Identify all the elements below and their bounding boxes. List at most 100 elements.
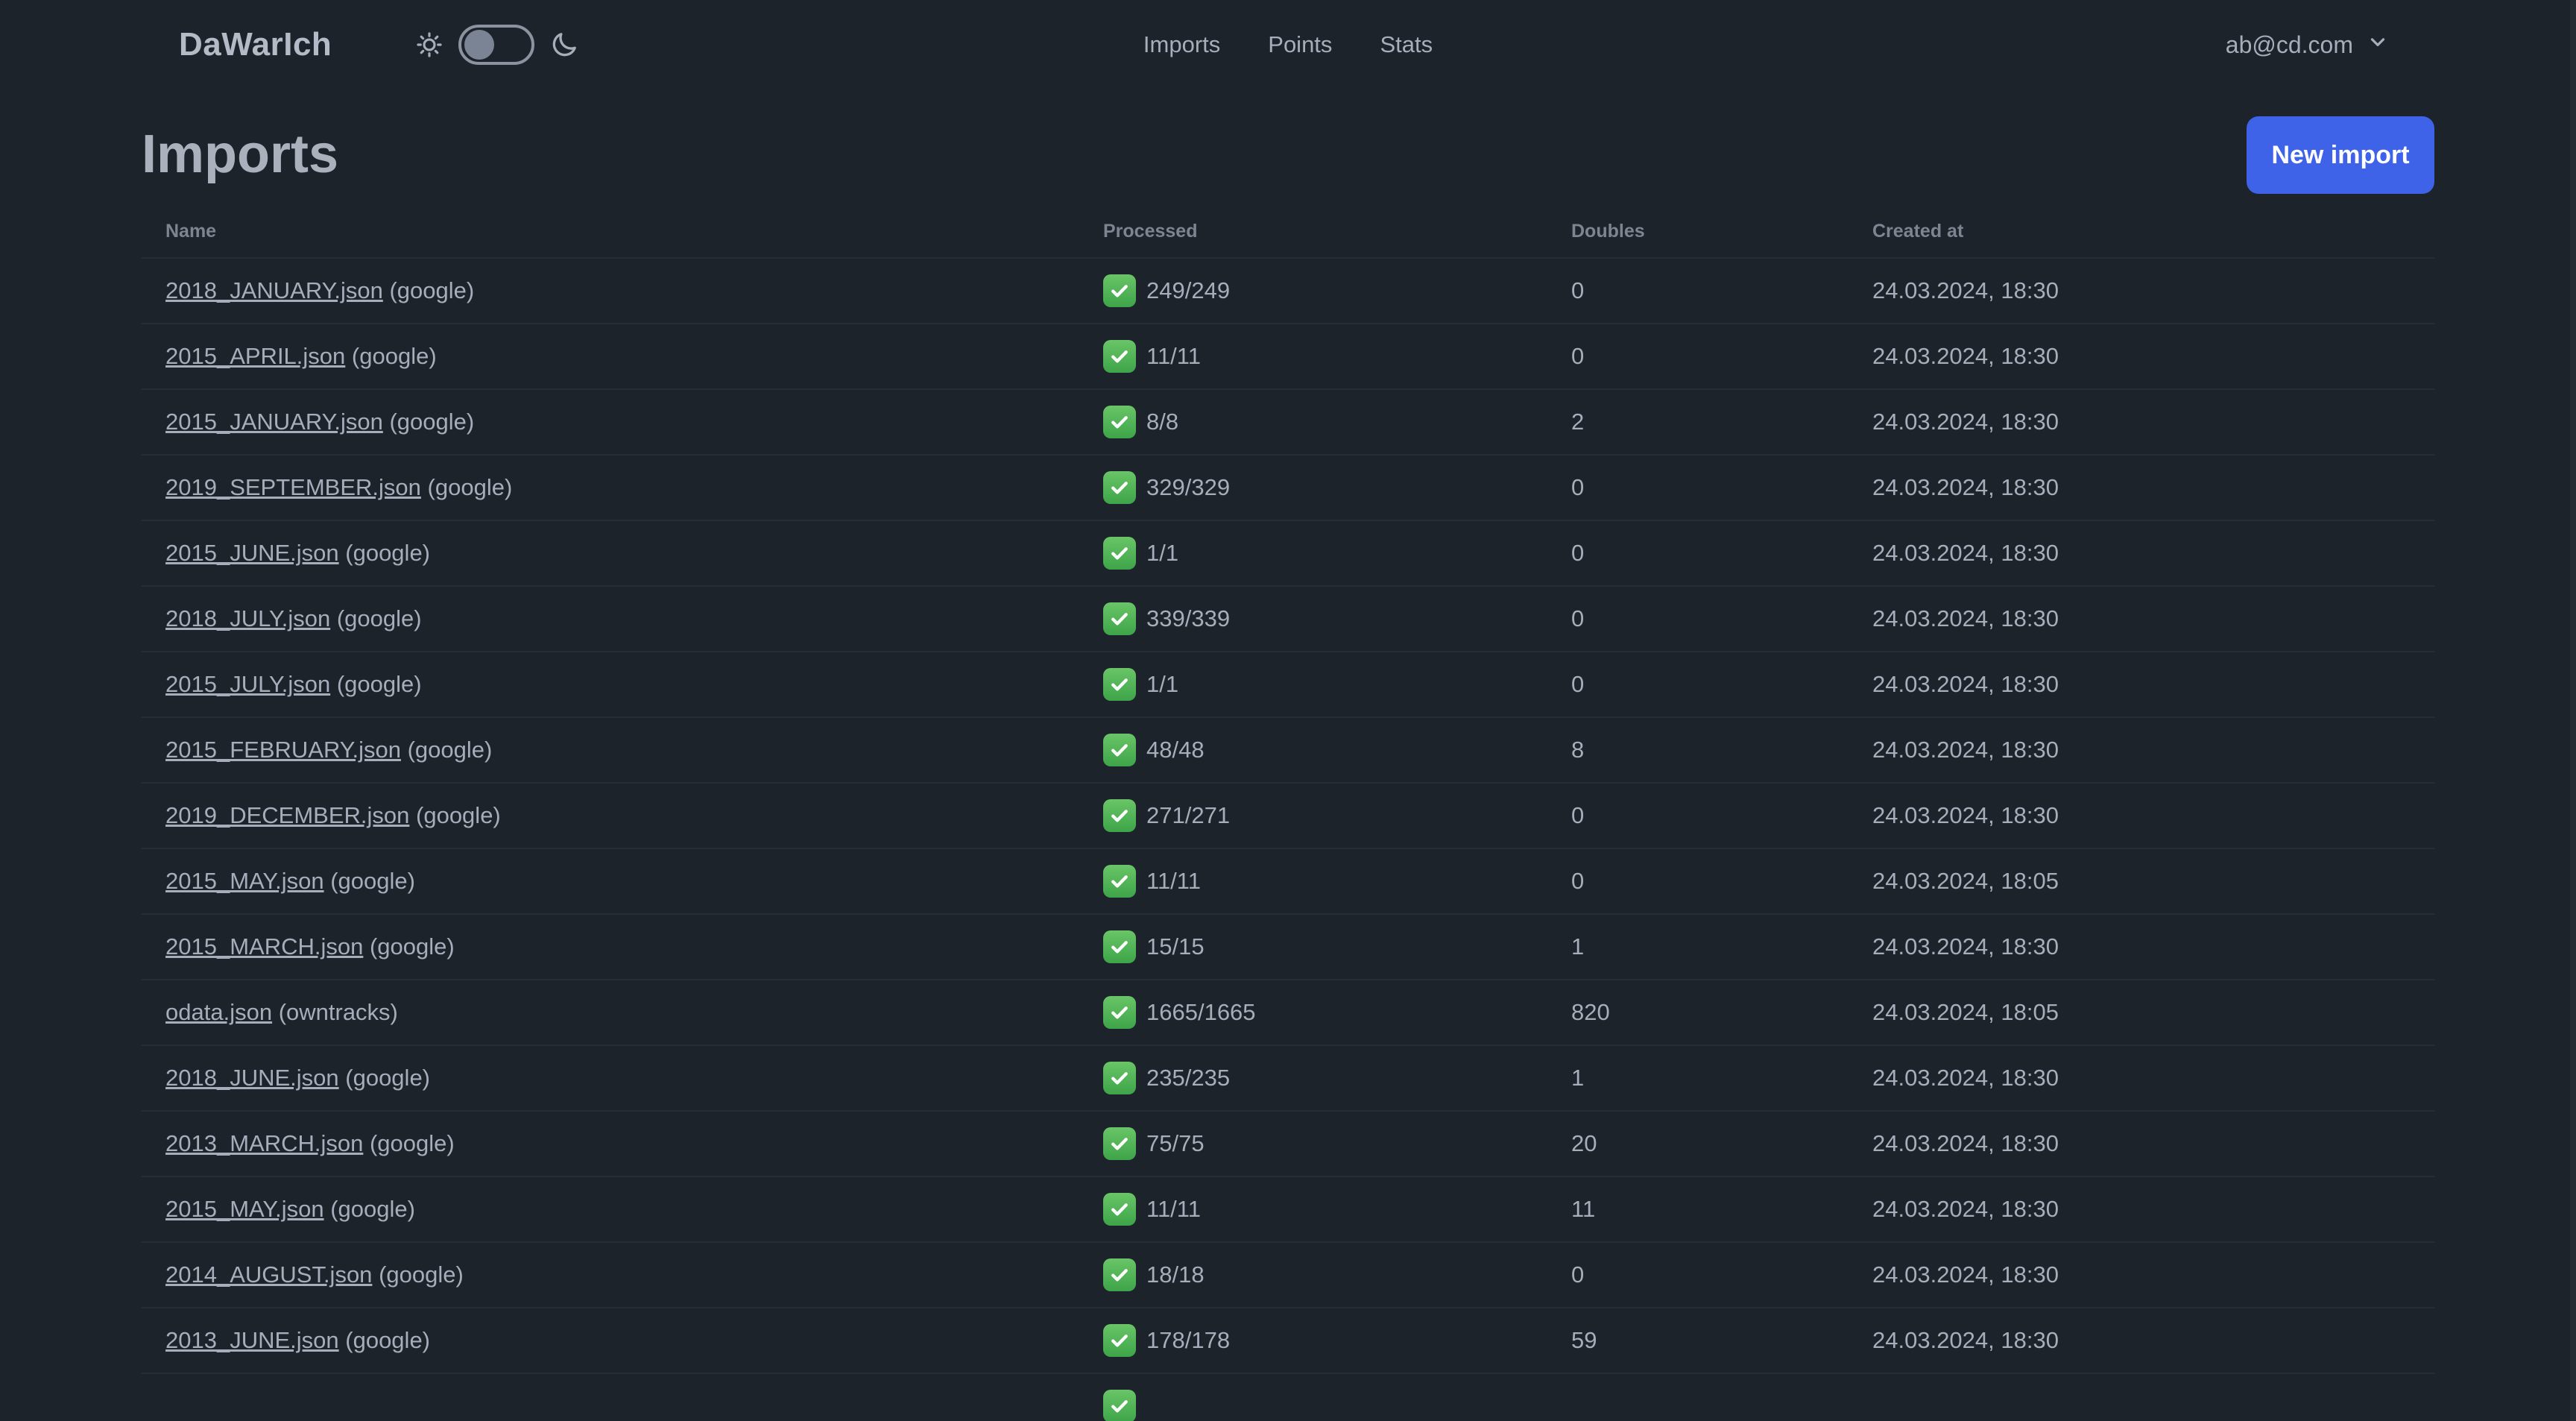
table-row: 2015_JANUARY.json (google) 8/8 2 24.03.2…	[142, 389, 2434, 455]
sun-icon	[415, 31, 443, 59]
import-source: (google)	[336, 671, 422, 697]
import-file-link[interactable]: 2015_MARCH.json	[165, 933, 363, 960]
created-at-cell: 24.03.2024, 18:30	[1872, 343, 2059, 369]
import-file-link[interactable]: 2015_FEBRUARY.json	[165, 737, 401, 763]
processed-cell: 48/48	[1079, 717, 1547, 783]
created-at-cell: 24.03.2024, 18:05	[1872, 868, 2059, 894]
import-source: (google)	[336, 605, 422, 631]
created-at-cell: 24.03.2024, 18:30	[1872, 1130, 2059, 1156]
doubles-cell: 0	[1571, 868, 1585, 894]
import-file-link[interactable]: 2018_JULY.json	[165, 605, 330, 631]
created-at-cell: 24.03.2024, 18:30	[1872, 1065, 2059, 1091]
app-logo[interactable]: DaWarIch	[179, 26, 332, 63]
processed-count: 1/1	[1146, 671, 1179, 697]
page-title: Imports	[142, 125, 339, 185]
user-menu[interactable]: ab@cd.com	[2226, 31, 2389, 59]
processed-count: 15/15	[1146, 933, 1205, 960]
nav-link-points[interactable]: Points	[1268, 31, 1332, 58]
name-cell: 2018_JANUARY.json (google)	[142, 258, 1079, 324]
processed-cell: 1/1	[1079, 652, 1547, 717]
table-row: 2018_JUNE.json (google) 235/235 1 24.03.…	[142, 1045, 2434, 1111]
check-icon	[1103, 602, 1136, 635]
created-at-cell: 24.03.2024, 18:30	[1872, 605, 2059, 631]
processed-cell: 11/11	[1079, 1176, 1547, 1242]
created-at-cell: 24.03.2024, 18:30	[1872, 277, 2059, 303]
processed-count: 235/235	[1146, 1065, 1231, 1091]
processed-count: 329/329	[1146, 474, 1231, 500]
doubles-cell: 0	[1571, 605, 1585, 631]
nav-link-imports[interactable]: Imports	[1143, 31, 1220, 58]
name-cell: 2019_DECEMBER.json (google)	[142, 783, 1079, 848]
import-file-link[interactable]: 2018_JANUARY.json	[165, 277, 383, 303]
import-file-link[interactable]: 2019_SEPTEMBER.json	[165, 474, 421, 500]
import-file-link[interactable]: 2019_DECEMBER.json	[165, 802, 409, 828]
import-source: (google)	[427, 474, 513, 500]
import-file-link[interactable]: 2015_JANUARY.json	[165, 409, 383, 435]
table-row: 2013_MARCH.json (google) 75/75 20 24.03.…	[142, 1111, 2434, 1176]
import-source: (google)	[389, 277, 475, 303]
scrollbar[interactable]	[2570, 0, 2576, 1421]
processed-cell: 75/75	[1079, 1111, 1547, 1176]
processed-cell: 178/178	[1079, 1308, 1547, 1373]
table-row: 2015_FEBRUARY.json (google) 48/48 8 24.0…	[142, 717, 2434, 783]
processed-count: 271/271	[1146, 802, 1231, 828]
import-file-link[interactable]: 2015_JULY.json	[165, 671, 330, 697]
doubles-cell: 2	[1571, 409, 1585, 435]
name-cell: 2015_JULY.json (google)	[142, 652, 1079, 717]
doubles-cell: 0	[1571, 540, 1585, 566]
processed-count: 178/178	[1146, 1327, 1231, 1353]
column-header-name: Name	[165, 221, 217, 242]
check-icon	[1103, 537, 1136, 570]
doubles-cell: 20	[1571, 1130, 1597, 1156]
import-source: (google)	[330, 868, 415, 894]
nav-link-stats[interactable]: Stats	[1380, 31, 1433, 58]
processed-count: 1/1	[1146, 540, 1179, 566]
name-cell: 2015_JANUARY.json (google)	[142, 389, 1079, 455]
name-cell: 2015_MAY.json (google)	[142, 848, 1079, 914]
column-header-doubles: Doubles	[1571, 221, 1645, 242]
check-icon	[1103, 1193, 1136, 1226]
new-import-button[interactable]: New import	[2247, 116, 2434, 194]
check-icon	[1103, 274, 1136, 307]
table-row: 2019_DECEMBER.json (google) 271/271 0 24…	[142, 783, 2434, 848]
processed-cell: 1/1	[1079, 520, 1547, 586]
import-source: (google)	[369, 1130, 455, 1156]
name-cell: 2013_MARCH.json (google)	[142, 1111, 1079, 1176]
import-file-link[interactable]: odata.json	[165, 999, 272, 1025]
check-icon	[1103, 1062, 1136, 1094]
import-file-link[interactable]: 2013_JUNE.json	[165, 1327, 339, 1353]
check-icon	[1103, 340, 1136, 373]
table-row: 2015_APRIL.json (google) 11/11 0 24.03.2…	[142, 324, 2434, 389]
processed-cell: 329/329	[1079, 455, 1547, 520]
check-icon	[1103, 1258, 1136, 1291]
import-file-link[interactable]: 2015_APRIL.json	[165, 343, 345, 369]
table-row: 2015_JULY.json (google) 1/1 0 24.03.2024…	[142, 652, 2434, 717]
processed-count: 249/249	[1146, 277, 1231, 303]
doubles-cell: 0	[1571, 474, 1585, 500]
import-file-link[interactable]: 2015_JUNE.json	[165, 540, 339, 566]
import-file-link[interactable]: 2015_MAY.json	[165, 1196, 324, 1222]
column-header-processed: Processed	[1103, 221, 1198, 242]
table-row: 2015_MAY.json (google) 11/11 0 24.03.202…	[142, 848, 2434, 914]
processed-cell: 249/249	[1079, 258, 1547, 324]
theme-toggle[interactable]	[458, 25, 535, 65]
import-file-link[interactable]: 2018_JUNE.json	[165, 1065, 339, 1091]
doubles-cell: 8	[1571, 737, 1585, 763]
check-icon	[1103, 734, 1136, 766]
check-icon	[1103, 799, 1136, 832]
import-file-link[interactable]: 2014_AUGUST.json	[165, 1261, 372, 1288]
created-at-cell: 24.03.2024, 18:30	[1872, 1327, 2059, 1353]
name-cell: 2013_JUNE.json (google)	[142, 1308, 1079, 1373]
processed-cell: 235/235	[1079, 1045, 1547, 1111]
created-at-cell: 24.03.2024, 18:30	[1872, 1196, 2059, 1222]
name-cell: 2018_JUNE.json (google)	[142, 1045, 1079, 1111]
processed-cell: 18/18	[1079, 1242, 1547, 1308]
import-file-link[interactable]: 2013_MARCH.json	[165, 1130, 363, 1156]
import-file-link[interactable]: 2015_MAY.json	[165, 868, 324, 894]
doubles-cell: 0	[1571, 802, 1585, 828]
processed-count: 11/11	[1146, 343, 1201, 369]
name-cell: 2019_SEPTEMBER.json (google)	[142, 455, 1079, 520]
name-cell: 2015_MAY.json (google)	[142, 1176, 1079, 1242]
processed-count: 75/75	[1146, 1130, 1205, 1156]
table-row: 2015_MARCH.json (google) 15/15 1 24.03.2…	[142, 914, 2434, 980]
